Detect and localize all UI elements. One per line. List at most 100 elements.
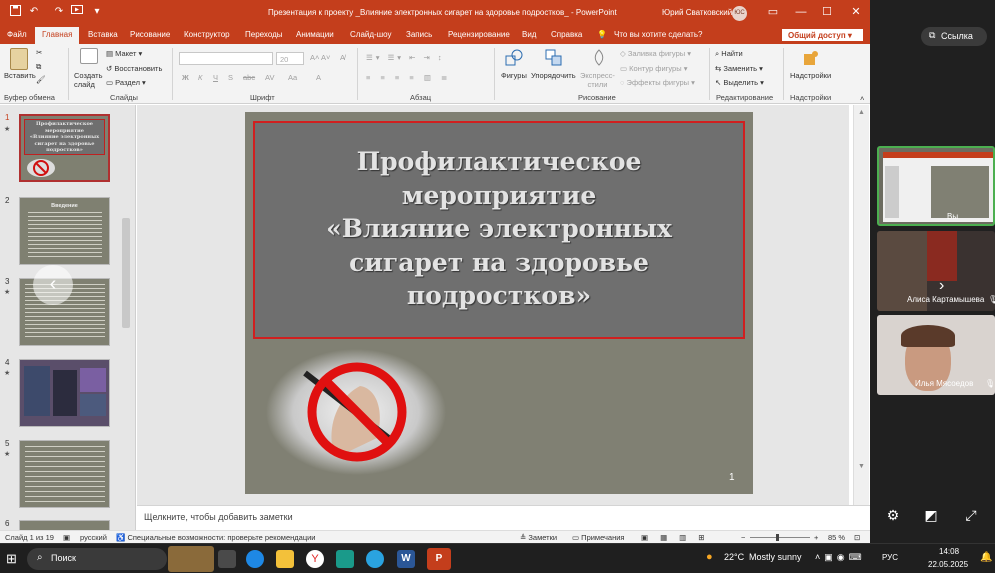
tab-animations[interactable]: Анимации xyxy=(296,30,334,39)
start-icon[interactable]: ⊞ xyxy=(6,551,17,567)
participant-tile[interactable]: Илья Мясоедов 🎙 xyxy=(877,315,995,395)
clock-time[interactable]: 14:08 xyxy=(939,547,959,556)
search-box[interactable]: ⌕ Поиск xyxy=(27,548,167,570)
edge-icon[interactable] xyxy=(246,550,264,568)
addins-button[interactable]: Надстройки xyxy=(790,71,831,80)
tab-insert[interactable]: Вставка xyxy=(88,30,118,39)
save-icon[interactable] xyxy=(8,5,22,19)
thumbnail-scrollbar[interactable] xyxy=(122,218,130,328)
tab-home[interactable]: Главная xyxy=(35,27,80,44)
shadow-button[interactable]: S xyxy=(228,73,233,82)
shape-fill-button[interactable]: ◇ Заливка фигуры ▾ xyxy=(620,49,691,58)
collapse-ribbon-icon[interactable]: ˄ xyxy=(860,94,864,103)
chevron-right-icon[interactable]: › xyxy=(939,277,944,295)
notifications-icon[interactable]: 🔔 xyxy=(980,552,992,563)
no-vaping-image[interactable] xyxy=(265,348,447,476)
user-name[interactable]: Юрий Сватковский xyxy=(662,8,732,17)
participant-tile-self[interactable]: Вы xyxy=(877,146,995,226)
new-slide-icon[interactable] xyxy=(80,48,98,64)
notes-pane[interactable]: Щелкните, чтобы добавить заметки xyxy=(137,505,870,530)
new-slide-button[interactable]: Создать слайд xyxy=(74,71,103,89)
weather-text[interactable]: Mostly sunny xyxy=(749,552,802,562)
tab-view[interactable]: Вид xyxy=(522,30,536,39)
quick-styles-icon[interactable] xyxy=(592,49,606,67)
spellcheck-icon[interactable]: ▣ xyxy=(63,533,70,542)
find-button[interactable]: ⌕ Найти xyxy=(715,49,743,59)
zoom-level[interactable]: 85 % xyxy=(828,533,845,542)
tray-icons[interactable]: ˄▣◉⌨ xyxy=(815,552,866,563)
fullscreen-icon[interactable]: ⤢ xyxy=(962,507,980,525)
slide-thumbnail-1[interactable]: Профилактическое мероприятие «Влияние эл… xyxy=(19,114,110,182)
zoom-out-icon[interactable]: − xyxy=(741,533,745,542)
app-icon[interactable] xyxy=(336,550,354,568)
powerpoint-icon[interactable]: P xyxy=(427,548,451,570)
input-language[interactable]: РУС xyxy=(882,553,898,562)
shape-effects-button[interactable]: ◌ Эффекты фигуры ▾ xyxy=(620,78,695,87)
font-color-button[interactable]: A xyxy=(316,73,321,82)
format-painter-icon[interactable]: 🖌 xyxy=(36,75,46,84)
align-buttons[interactable]: ≡ ≡ ≡ ≡ ▥ ≣ xyxy=(366,73,451,82)
copy-link-button[interactable]: ⧉ Ссылка xyxy=(921,27,987,46)
layout-button[interactable]: ▤ Макет ▾ xyxy=(106,49,142,58)
font-name-input[interactable] xyxy=(179,52,273,65)
tab-help[interactable]: Справка xyxy=(551,30,582,39)
zoom-slider-thumb[interactable] xyxy=(776,534,779,541)
clock-date[interactable]: 22.05.2025 xyxy=(928,560,968,569)
maximize-button[interactable]: ☐ xyxy=(818,4,836,20)
tab-design[interactable]: Конструктор xyxy=(184,30,230,39)
arrange-icon[interactable] xyxy=(545,49,563,67)
explorer-icon[interactable] xyxy=(276,550,294,568)
slide-thumbnail-2[interactable]: Введение xyxy=(19,197,110,265)
telegram-icon[interactable] xyxy=(366,550,384,568)
chevron-left-icon[interactable]: ‹ xyxy=(33,265,73,305)
avatar[interactable]: ЮС xyxy=(732,6,747,21)
tell-me-input[interactable]: Что вы хотите сделать? xyxy=(614,30,702,39)
word-icon[interactable]: W xyxy=(397,550,415,568)
font-grow-icon[interactable]: A˄ A˅ xyxy=(310,53,330,62)
slide-1[interactable]: Профилактическое мероприятие «Влияние эл… xyxy=(245,112,753,494)
accessibility-status[interactable]: ♿ Специальные возможности: проверьте рек… xyxy=(116,533,316,542)
minimize-button[interactable]: — xyxy=(792,4,810,20)
paste-icon[interactable] xyxy=(10,48,28,70)
italic-button[interactable]: К xyxy=(198,73,202,82)
shape-outline-button[interactable]: ▭ Контур фигуры ▾ xyxy=(620,64,687,73)
tab-draw[interactable]: Рисование xyxy=(130,30,170,39)
shapes-button[interactable]: Фигуры xyxy=(501,71,527,80)
zoom-slider[interactable] xyxy=(750,537,810,538)
change-case-button[interactable]: Aa xyxy=(288,73,297,82)
font-size-input[interactable]: 20 xyxy=(276,52,304,65)
yandex-icon[interactable]: Y xyxy=(306,550,324,568)
section-button[interactable]: ▭ Раздел ▾ xyxy=(106,78,146,87)
pip-icon[interactable]: ◩ xyxy=(922,507,940,525)
notes-placeholder[interactable]: Щелкните, чтобы добавить заметки xyxy=(144,512,293,522)
close-button[interactable]: ✕ xyxy=(847,4,865,20)
language-status[interactable]: русский xyxy=(80,533,107,542)
undo-icon[interactable]: ↶ xyxy=(27,5,41,19)
strikethrough-button[interactable]: abc xyxy=(243,73,255,82)
widget-image[interactable] xyxy=(168,546,214,572)
notes-button[interactable]: ≜ Заметки xyxy=(520,533,557,542)
temperature[interactable]: 22°C xyxy=(724,552,744,562)
shapes-icon[interactable] xyxy=(505,49,523,67)
slideshow-start-icon[interactable] xyxy=(70,5,84,19)
redo-icon[interactable]: ↷ xyxy=(52,5,66,19)
slide-scrollbar[interactable]: ▲ ▼ xyxy=(853,105,869,505)
clear-format-icon[interactable]: A̸ xyxy=(340,53,345,62)
underline-button[interactable]: Ч xyxy=(213,73,218,82)
title-placeholder[interactable]: Профилактическое мероприятие «Влияние эл… xyxy=(253,121,745,339)
cut-icon[interactable]: ✂ xyxy=(36,48,42,57)
share-button[interactable]: Общий доступ ▾ xyxy=(781,28,864,42)
tab-slideshow[interactable]: Слайд-шоу xyxy=(350,30,391,39)
scroll-up-icon[interactable]: ▲ xyxy=(858,109,865,116)
participant-tile[interactable]: › Алиса Картамышева 🎙 xyxy=(877,231,995,311)
char-spacing-button[interactable]: AV xyxy=(265,73,274,82)
slide-thumbnail-4[interactable] xyxy=(19,359,110,427)
quick-styles-button[interactable]: Экспресс- стили xyxy=(580,71,615,89)
paste-button[interactable]: Вставить xyxy=(4,71,36,80)
comments-button[interactable]: ▭ Примечания xyxy=(572,533,624,542)
scroll-down-icon[interactable]: ▼ xyxy=(858,463,865,470)
customize-toolbar-icon[interactable]: ▾ xyxy=(90,5,104,19)
replace-button[interactable]: ⇆ Заменить ▾ xyxy=(715,64,763,73)
bold-button[interactable]: Ж xyxy=(182,73,189,82)
list-buttons[interactable]: ☰▾ ☰▾ ⇤ ⇥ ↕ xyxy=(366,53,445,62)
